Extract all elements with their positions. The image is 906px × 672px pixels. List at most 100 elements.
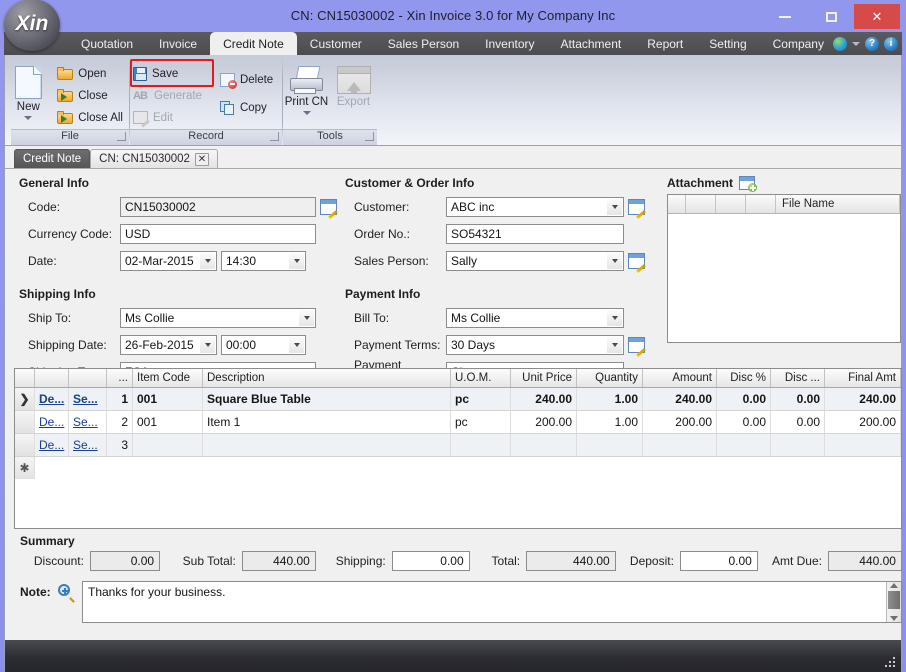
maximize-button[interactable]	[808, 4, 854, 29]
export-button[interactable]: Export	[330, 61, 377, 108]
menu-item-report[interactable]: Report	[634, 32, 696, 55]
row-select-link[interactable]: Se...	[69, 411, 107, 433]
tab-cn15030002[interactable]: CN: CN15030002 ✕	[90, 149, 218, 168]
row-item-code[interactable]	[133, 434, 203, 456]
edit-button[interactable]: Edit	[130, 108, 208, 127]
record-dialog-launcher-icon[interactable]	[270, 132, 279, 141]
shipping-time-dropdown-icon[interactable]	[289, 337, 304, 353]
customer-field[interactable]: ABC inc	[446, 197, 624, 217]
payment-terms-field[interactable]: 30 Days	[446, 335, 624, 355]
note-zoom-icon[interactable]	[58, 584, 75, 603]
payment-terms-edit-icon[interactable]	[628, 337, 645, 353]
table-row[interactable]: De... Se... 2 001 Item 1 pc 200.00 1.00 …	[15, 411, 901, 434]
resize-grip-icon[interactable]	[885, 657, 896, 668]
customer-dropdown-icon[interactable]	[607, 199, 622, 215]
file-dialog-launcher-icon[interactable]	[117, 132, 126, 141]
currency-code-field[interactable]: USD	[120, 224, 316, 244]
row-quantity[interactable]: 1.00	[577, 388, 643, 410]
shipping-amount-field[interactable]: 0.00	[391, 550, 470, 571]
note-field[interactable]: Thanks for your business.	[82, 581, 902, 623]
chevron-down-icon[interactable]	[852, 41, 860, 46]
row-detail-link[interactable]: De...	[35, 411, 69, 433]
row-select-link[interactable]: Se...	[69, 388, 107, 410]
add-attachment-icon[interactable]	[739, 176, 758, 192]
minimize-button[interactable]	[762, 4, 808, 29]
time-dropdown-icon[interactable]	[289, 253, 304, 269]
row-unit-price[interactable]: 200.00	[511, 411, 577, 433]
row-unit-price[interactable]	[511, 434, 577, 456]
copy-button[interactable]: Copy	[217, 98, 279, 117]
row-quantity[interactable]: 1.00	[577, 411, 643, 433]
row-uom[interactable]	[451, 434, 511, 456]
row-unit-price[interactable]: 240.00	[511, 388, 577, 410]
menu-item-attachment[interactable]: Attachment	[548, 32, 635, 55]
tools-dialog-launcher-icon[interactable]	[365, 132, 374, 141]
menu-item-inventory[interactable]: Inventory	[472, 32, 547, 55]
note-scrollbar[interactable]	[886, 582, 901, 622]
table-row[interactable]: De... Se... 3	[15, 434, 901, 457]
row-disc-amt[interactable]	[771, 434, 825, 456]
menu-item-customer[interactable]: Customer	[297, 32, 375, 55]
code-edit-icon[interactable]	[320, 199, 337, 215]
new-button[interactable]: New	[11, 61, 46, 120]
new-row-placeholder[interactable]: ✱	[15, 457, 901, 479]
date-field[interactable]: 02-Mar-2015	[120, 251, 217, 271]
row-detail-link[interactable]: De...	[35, 434, 69, 456]
table-row[interactable]: ❯ De... Se... 1 001 Square Blue Table pc…	[15, 388, 901, 411]
row-disc-pct[interactable]: 0.00	[717, 388, 771, 410]
row-disc-amt[interactable]: 0.00	[771, 388, 825, 410]
row-disc-amt[interactable]: 0.00	[771, 411, 825, 433]
print-dropdown-icon[interactable]	[302, 111, 311, 115]
row-disc-pct[interactable]: 0.00	[717, 411, 771, 433]
open-button[interactable]: Open	[54, 64, 129, 83]
attachment-list[interactable]: File Name	[667, 194, 901, 343]
row-item-code[interactable]: 001	[133, 388, 203, 410]
time-field[interactable]: 14:30	[221, 251, 306, 271]
menu-item-quotation[interactable]: Quotation	[68, 32, 146, 55]
menu-item-company[interactable]: Company	[760, 32, 837, 55]
globe-icon[interactable]	[833, 36, 847, 51]
discount-field[interactable]: 0.00	[89, 550, 161, 571]
close-record-button[interactable]: Close	[54, 86, 129, 105]
date-dropdown-icon[interactable]	[200, 253, 215, 269]
sales-person-field[interactable]: Sally	[446, 251, 624, 271]
customer-edit-icon[interactable]	[628, 199, 645, 215]
shipping-time-field[interactable]: 00:00	[221, 335, 306, 355]
row-uom[interactable]: pc	[451, 388, 511, 410]
deposit-field[interactable]: 0.00	[679, 550, 758, 571]
line-items-grid[interactable]: ... Item Code Description U.O.M. Unit Pr…	[14, 368, 902, 529]
row-description[interactable]	[203, 434, 451, 456]
sales-person-dropdown-icon[interactable]	[607, 253, 622, 269]
order-no-field[interactable]: SO54321	[446, 224, 624, 244]
print-cn-button[interactable]: Print CN	[283, 61, 330, 115]
close-all-button[interactable]: Close All	[54, 108, 129, 127]
ship-to-dropdown-icon[interactable]	[299, 310, 314, 326]
tab-close-icon[interactable]: ✕	[194, 152, 209, 166]
bill-to-field[interactable]: Ms Collie	[446, 308, 624, 328]
scroll-up-icon[interactable]	[890, 583, 898, 588]
help-icon[interactable]: ?	[865, 36, 879, 51]
generate-button[interactable]: AB Generate	[130, 86, 208, 105]
code-field[interactable]: CN15030002	[120, 197, 316, 217]
menu-item-invoice[interactable]: Invoice	[146, 32, 210, 55]
ship-to-field[interactable]: Ms Collie	[120, 308, 316, 328]
new-dropdown-icon[interactable]	[24, 116, 33, 120]
menu-item-credit-note[interactable]: Credit Note	[210, 32, 297, 55]
delete-button[interactable]: Delete	[217, 70, 279, 89]
scroll-down-icon[interactable]	[890, 616, 898, 621]
row-item-code[interactable]: 001	[133, 411, 203, 433]
row-description[interactable]: Square Blue Table	[203, 388, 451, 410]
shipping-date-field[interactable]: 26-Feb-2015	[120, 335, 217, 355]
menu-item-setting[interactable]: Setting	[696, 32, 759, 55]
info-icon[interactable]: i	[884, 36, 898, 51]
row-description[interactable]: Item 1	[203, 411, 451, 433]
tab-credit-note[interactable]: Credit Note	[14, 149, 91, 168]
sales-person-edit-icon[interactable]	[628, 253, 645, 269]
menu-item-sales-person[interactable]: Sales Person	[375, 32, 472, 55]
shipping-date-dropdown-icon[interactable]	[200, 337, 215, 353]
row-disc-pct[interactable]	[717, 434, 771, 456]
close-button[interactable]: ✕	[854, 4, 900, 29]
row-detail-link[interactable]: De...	[35, 388, 69, 410]
save-button[interactable]: Save	[130, 64, 208, 83]
row-uom[interactable]: pc	[451, 411, 511, 433]
